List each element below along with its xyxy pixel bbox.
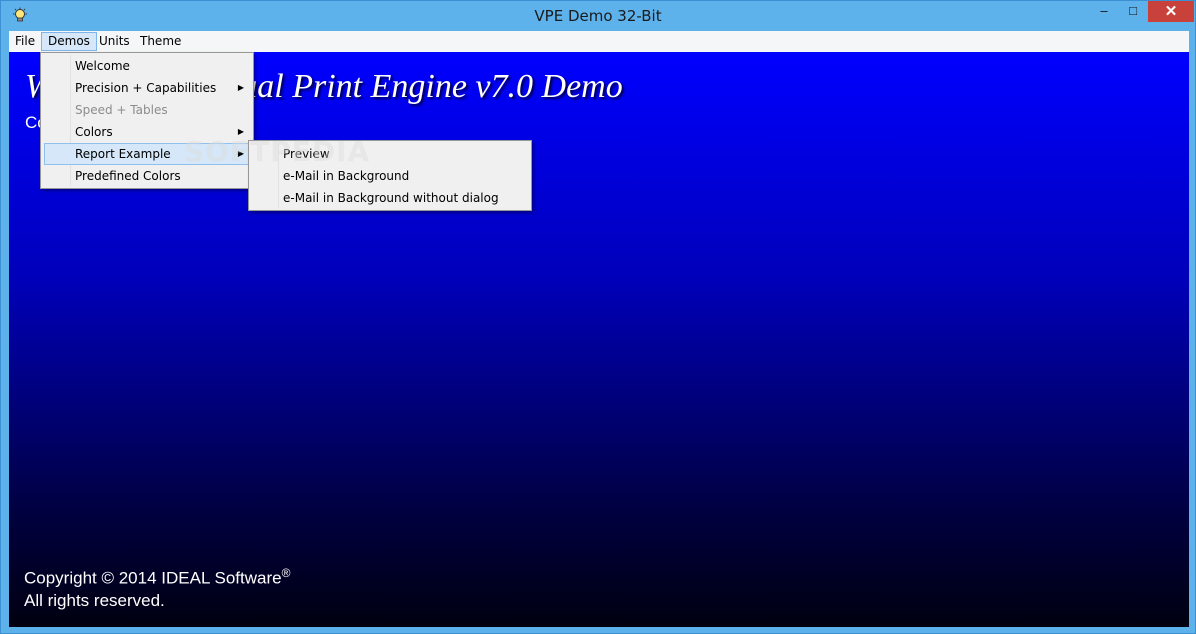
copyright-text: Copyright © 2014 IDEAL Software [24,568,282,588]
menu-item-label: Report Example [75,147,171,161]
menu-item-label: Predefined Colors [75,169,181,183]
report-example-submenu: Preview e-Mail in Background e-Mail in B… [248,140,532,211]
app-window: VPE Demo 32-Bit – □ ✕ File Demos Units T… [0,0,1196,634]
menu-item-label: Colors [75,125,113,139]
menu-item-predefined-colors[interactable]: Predefined Colors [44,165,250,187]
registered-mark: ® [281,566,291,580]
menu-bar: File Demos Units Theme [9,31,1189,52]
window-title: VPE Demo 32-Bit [534,7,662,25]
menu-item-speed-tables: Speed + Tables [44,99,250,121]
menu-item-report-example[interactable]: Report Example ▶ [44,143,250,165]
menu-item-label: Speed + Tables [75,103,168,117]
menu-item-label: Preview [283,147,330,161]
menu-item-label: e-Mail in Background [283,169,410,183]
copyright-block: Copyright © 2014 IDEAL Software® All rig… [24,562,290,612]
submenu-arrow-icon: ▶ [237,83,244,92]
menu-item-colors[interactable]: Colors ▶ [44,121,250,143]
submenu-arrow-icon: ▶ [237,127,244,136]
maximize-button[interactable]: □ [1119,1,1147,22]
menu-item-label: e-Mail in Background without dialog [283,191,499,205]
close-button[interactable]: ✕ [1148,1,1194,22]
menu-item-preview[interactable]: Preview [252,143,528,165]
menu-units[interactable]: Units [93,32,136,51]
minimize-button[interactable]: – [1089,1,1119,22]
menu-file[interactable]: File [9,32,41,51]
menu-demos[interactable]: Demos [41,32,97,51]
menu-item-welcome[interactable]: Welcome [44,55,250,77]
menu-item-email-background[interactable]: e-Mail in Background [252,165,528,187]
menu-item-email-background-no-dialog[interactable]: e-Mail in Background without dialog [252,187,528,209]
menu-theme[interactable]: Theme [134,32,187,51]
rights-text: All rights reserved. [24,590,165,610]
title-bar[interactable]: VPE Demo 32-Bit – □ ✕ [1,1,1195,31]
demos-dropdown: Welcome Precision + Capabilities ▶ Speed… [40,52,254,189]
menu-item-label: Welcome [75,59,130,73]
menu-item-precision[interactable]: Precision + Capabilities ▶ [44,77,250,99]
submenu-arrow-icon: ▶ [237,149,244,158]
menu-item-label: Precision + Capabilities [75,81,217,95]
